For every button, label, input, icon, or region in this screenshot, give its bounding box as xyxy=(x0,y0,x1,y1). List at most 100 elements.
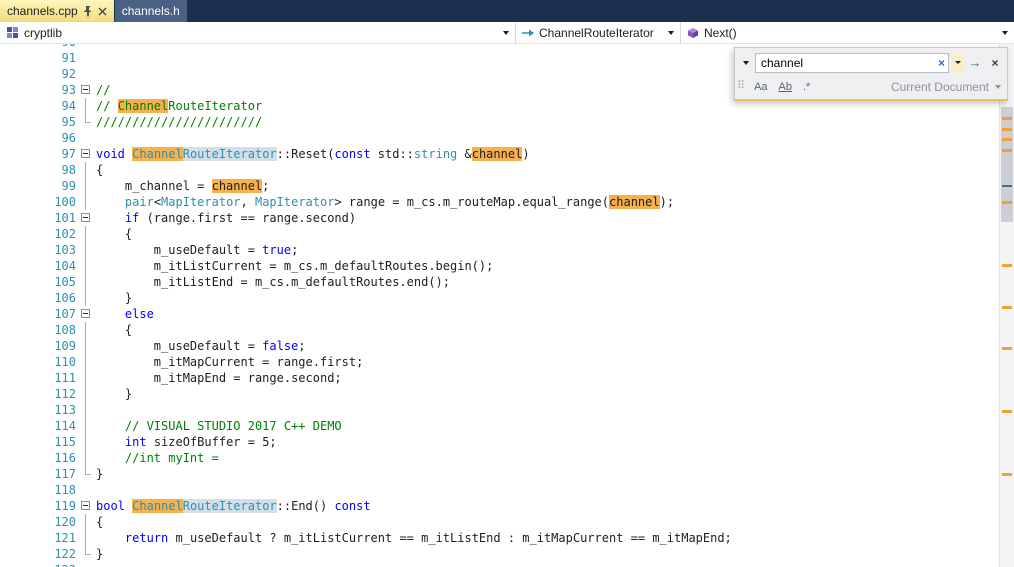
fold-margin xyxy=(76,274,96,290)
chevron-down-icon xyxy=(503,30,509,35)
line-number: 123 xyxy=(28,562,76,567)
scrollbar-search-mark xyxy=(1002,263,1012,267)
whole-word-button[interactable]: Ab xyxy=(775,80,796,94)
code-line[interactable]: 104 m_itListCurrent = m_cs.m_defaultRout… xyxy=(0,258,1014,274)
code-line[interactable]: 105 m_itListEnd = m_cs.m_defaultRoutes.e… xyxy=(0,274,1014,290)
code-line[interactable]: 96 xyxy=(0,130,1014,146)
indicator-margin xyxy=(0,482,28,498)
code-line[interactable]: 117} xyxy=(0,466,1014,482)
close-icon[interactable] xyxy=(98,7,107,16)
code-line[interactable]: 113 xyxy=(0,402,1014,418)
find-close-button[interactable]: × xyxy=(986,53,1004,73)
code-line[interactable]: 121 return m_useDefault ? m_itListCurren… xyxy=(0,530,1014,546)
project-name: cryptlib xyxy=(24,25,63,40)
code-line[interactable]: 110 m_itMapCurrent = range.first; xyxy=(0,354,1014,370)
match-case-button[interactable]: Aa xyxy=(750,80,771,94)
search-match: Channel xyxy=(132,147,183,161)
code-segment: & xyxy=(457,147,472,161)
pin-icon[interactable] xyxy=(83,5,93,17)
code-line[interactable]: 109 m_useDefault = false; xyxy=(0,338,1014,354)
code-line[interactable]: 122} xyxy=(0,546,1014,562)
line-number: 103 xyxy=(54,243,76,257)
code-line[interactable]: 103 m_useDefault = true; xyxy=(0,242,1014,258)
code-line[interactable]: 120 { xyxy=(0,514,1014,530)
code-line[interactable]: 107 else xyxy=(0,306,1014,322)
fold-margin xyxy=(76,98,96,114)
code-line[interactable]: 98 { xyxy=(0,162,1014,178)
editor-scrollbar[interactable] xyxy=(999,44,1014,567)
project-icon xyxy=(6,26,19,39)
find-input[interactable] xyxy=(755,52,949,73)
code-segment: MapIterator xyxy=(161,195,241,209)
fold-margin xyxy=(76,386,96,402)
code-text: pair<MapIterator, MapIterator> range = m… xyxy=(96,194,674,210)
search-match: channel xyxy=(211,179,263,193)
code-line[interactable]: 111 m_itMapEnd = range.second; xyxy=(0,370,1014,386)
regex-button[interactable]: .* xyxy=(799,80,814,94)
code-line[interactable]: 102 { xyxy=(0,226,1014,242)
line-number: 108 xyxy=(54,323,76,337)
code-line[interactable]: 100 pair<MapIterator, MapIterator> range… xyxy=(0,194,1014,210)
find-next-button[interactable]: → xyxy=(966,53,984,73)
member-dropdown[interactable]: Next() xyxy=(681,22,1014,43)
code-editor[interactable]: 90919293//94// ChannelRouteIterator95///… xyxy=(0,44,1014,567)
code-line[interactable]: 112 } xyxy=(0,386,1014,402)
fold-collapse-box[interactable] xyxy=(81,149,90,158)
code-line[interactable]: 118 xyxy=(0,482,1014,498)
scrollbar-thumb[interactable] xyxy=(1001,106,1013,222)
clear-search-icon[interactable]: × xyxy=(938,55,945,71)
code-line[interactable]: 101 if (range.first == range.second) xyxy=(0,210,1014,226)
code-line[interactable]: 123 xyxy=(0,562,1014,567)
code-text: m_itMapCurrent = range.first; xyxy=(96,354,364,370)
project-dropdown[interactable]: cryptlib xyxy=(0,22,516,43)
search-scope-dropdown[interactable]: Current Document xyxy=(891,80,1001,94)
line-number: 97 xyxy=(61,147,76,161)
indicator-margin xyxy=(0,274,28,290)
code-line[interactable]: 99 m_channel = channel; xyxy=(0,178,1014,194)
fold-collapse-box[interactable] xyxy=(81,85,90,94)
indicator-margin xyxy=(0,530,28,546)
search-history-dropdown[interactable] xyxy=(951,52,964,73)
line-number: 122 xyxy=(54,547,76,561)
line-number: 114 xyxy=(54,419,76,433)
drag-grip-icon: ⠿ xyxy=(737,80,746,92)
fold-margin xyxy=(76,370,96,386)
indicator-margin xyxy=(0,258,28,274)
type-name: ChannelRouteIterator xyxy=(539,25,654,40)
code-text: else xyxy=(96,306,154,322)
code-line[interactable]: 97 void ChannelRouteIterator::Reset(const… xyxy=(0,146,1014,162)
indicator-margin xyxy=(0,450,28,466)
code-line[interactable]: 115 int sizeOfBuffer = 5; xyxy=(0,434,1014,450)
fold-collapse-box[interactable] xyxy=(81,309,90,318)
tab-channels-cpp[interactable]: channels.cpp xyxy=(0,0,114,22)
fold-collapse-box[interactable] xyxy=(81,213,90,222)
code-text: } xyxy=(96,466,103,482)
type-dropdown[interactable]: ChannelRouteIterator xyxy=(516,22,681,43)
code-line[interactable]: 108 { xyxy=(0,322,1014,338)
indicator-margin xyxy=(0,546,28,562)
code-segment: m_useDefault = xyxy=(96,243,263,257)
tab-channels-h[interactable]: channels.h xyxy=(114,0,187,22)
code-text: bool ChannelRouteIterator::End() const xyxy=(96,498,371,514)
code-line[interactable]: 114 // VISUAL STUDIO 2017 C++ DEMO xyxy=(0,418,1014,434)
code-text: } xyxy=(96,290,132,306)
indicator-margin xyxy=(0,178,28,194)
find-expand-chevron[interactable] xyxy=(738,53,753,73)
code-segment: { xyxy=(96,163,104,177)
line-number: 118 xyxy=(54,483,76,497)
code-line[interactable]: 119 bool ChannelRouteIterator::End() cons… xyxy=(0,498,1014,514)
code-segment: pair xyxy=(124,195,154,209)
code-line[interactable]: 116 //int myInt = xyxy=(0,450,1014,466)
code-text: } xyxy=(96,386,132,402)
line-number: 120 xyxy=(54,515,76,529)
indicator-margin xyxy=(0,354,28,370)
code-line[interactable]: 95 /////////////////////// xyxy=(0,114,1014,130)
fold-margin xyxy=(76,306,96,322)
scrollbar-search-mark xyxy=(1002,138,1012,142)
code-line[interactable]: 106 } xyxy=(0,290,1014,306)
fold-collapse-box[interactable] xyxy=(81,501,90,510)
